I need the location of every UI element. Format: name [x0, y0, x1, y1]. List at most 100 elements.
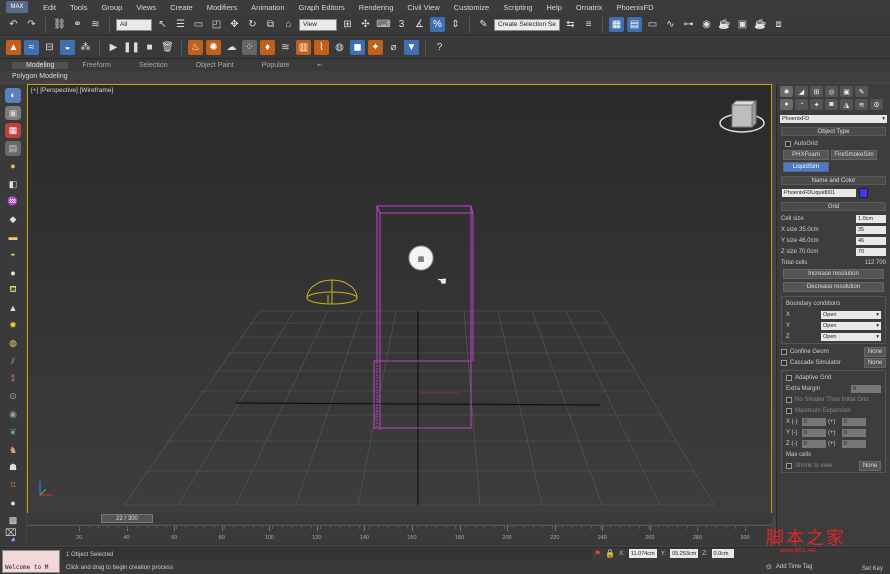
object-type-rollout[interactable]: Object Type: [781, 127, 886, 136]
menu-edit[interactable]: Edit: [36, 3, 63, 12]
x-coordinate-field[interactable]: 11.074cm: [628, 549, 657, 558]
firesmokesim-button[interactable]: FireSmokeSim: [831, 150, 877, 160]
add-time-tag-button[interactable]: Add Time Tag: [776, 564, 813, 570]
menu-graph-editors[interactable]: Graph Editors: [292, 3, 352, 12]
move-icon[interactable]: ✥: [227, 17, 242, 32]
boundary-z-dropdown[interactable]: Open ▾: [821, 332, 881, 341]
delete-cache-icon[interactable]: 🗑: [160, 40, 175, 55]
helpers-icon[interactable]: ◮: [840, 99, 853, 110]
cloth-icon[interactable]: ◧: [5, 177, 21, 192]
menu-tools[interactable]: Tools: [63, 3, 95, 12]
phoenix-foam-icon[interactable]: ◒: [60, 40, 75, 55]
confine-geom-checkbox[interactable]: [781, 348, 787, 355]
explosion-preset-icon[interactable]: ✺: [206, 40, 221, 55]
snap-toggle-icon[interactable]: 3: [394, 17, 409, 32]
scene-icon[interactable]: ▣: [5, 105, 21, 121]
hair-icon[interactable]: ⫽: [5, 354, 21, 369]
name-color-rollout[interactable]: Name and Color: [781, 176, 886, 185]
edit-named-selection-icon[interactable]: ✎: [476, 17, 491, 32]
render-production-icon[interactable]: ☕: [753, 17, 768, 32]
menu-scripting[interactable]: Scripting: [496, 3, 539, 12]
adaptive-grid-checkbox[interactable]: [786, 374, 792, 381]
fire-preset-icon[interactable]: ♨: [188, 40, 203, 55]
space-warps-icon[interactable]: ≋: [855, 99, 868, 110]
render-setup-icon[interactable]: ☕: [717, 17, 732, 32]
wind-icon[interactable]: ♒: [5, 194, 21, 209]
shrink-checkbox[interactable]: [786, 462, 792, 469]
cascade-simulator-checkbox[interactable]: [781, 359, 787, 366]
pour-preset-icon[interactable]: ⌇: [314, 40, 329, 55]
drip-preset-icon[interactable]: ⌀: [386, 40, 401, 55]
menu-modifiers[interactable]: Modifiers: [200, 3, 244, 12]
checker-icon[interactable]: ▩: [5, 514, 21, 529]
bind-space-warp-icon[interactable]: ≋: [88, 17, 103, 32]
shapes-icon[interactable]: ◔: [795, 99, 808, 110]
tab-freeform[interactable]: Freeform: [68, 62, 124, 69]
object-name-field[interactable]: PhoenixFDLiquid001: [782, 189, 856, 197]
menu-customize[interactable]: Customize: [447, 3, 496, 12]
y-size-input[interactable]: 46: [856, 236, 886, 245]
grid-rollout[interactable]: Grid: [781, 202, 886, 211]
plugin-category-dropdown[interactable]: PhoenixFD ▾: [780, 115, 887, 123]
ocean-preset-icon[interactable]: ≋: [278, 40, 293, 55]
geometry-icon[interactable]: ●: [780, 99, 793, 110]
ribbon-options-icon[interactable]: ▪◦: [303, 62, 336, 69]
scene-explorer-icon[interactable]: ▤: [627, 17, 642, 32]
globe-icon[interactable]: ◉: [5, 407, 21, 422]
viewport-layout-icon[interactable]: ◐: [5, 88, 21, 103]
ribbon-toggle-icon[interactable]: ▭: [645, 17, 660, 32]
phoenix-liquid-icon[interactable]: ≈: [24, 40, 39, 55]
rotate-icon[interactable]: ↻: [245, 17, 260, 32]
plant-icon[interactable]: ❦: [5, 425, 21, 440]
smoke-preset-icon[interactable]: ☁: [224, 40, 239, 55]
material-editor-icon[interactable]: ◉: [699, 17, 714, 32]
mini-curve-editor-icon[interactable]: ⌧: [5, 528, 23, 542]
figure-icon[interactable]: ☗: [5, 460, 21, 475]
reference-coordinate-dropdown[interactable]: View: [299, 18, 337, 31]
rectangle-selection-icon[interactable]: ▭: [191, 17, 206, 32]
placement-icon[interactable]: ⌂: [281, 17, 296, 32]
expansion-z-pos-input[interactable]: 0: [842, 439, 866, 448]
systems-icon[interactable]: ⚙: [870, 99, 883, 110]
liquidsim-button[interactable]: LiquidSim: [783, 162, 829, 172]
help-icon[interactable]: ?: [432, 40, 447, 55]
menu-group[interactable]: Group: [94, 3, 129, 12]
cascade-pick-button[interactable]: None: [864, 357, 886, 368]
z-coordinate-field[interactable]: 0.0cm: [711, 549, 734, 558]
mirror-icon[interactable]: ⇆: [563, 17, 578, 32]
keyboard-shortcut-icon[interactable]: ⌨: [376, 17, 391, 32]
named-selection-sets-dropdown[interactable]: Create Selection Se: [494, 18, 560, 31]
phoenix-particles-icon[interactable]: ⁂: [78, 40, 93, 55]
menu-ornatrix[interactable]: Ornatrix: [569, 3, 610, 12]
candle-preset-icon[interactable]: ♦: [260, 40, 275, 55]
schematic-view-icon[interactable]: ⊶: [681, 17, 696, 32]
app-logo[interactable]: MAX: [6, 1, 28, 13]
camera-icon[interactable]: ⊙: [5, 389, 21, 404]
ball-icon[interactable]: ●: [5, 496, 21, 511]
align-icon[interactable]: ≡: [581, 17, 596, 32]
view-cube[interactable]: [719, 99, 765, 133]
menu-rendering[interactable]: Rendering: [352, 3, 401, 12]
phoenix-source-icon[interactable]: ⊟: [42, 40, 57, 55]
hierarchy-tab-icon[interactable]: ⊞: [810, 86, 823, 97]
isolate-selection-icon[interactable]: ⚑: [594, 549, 601, 558]
cone-icon[interactable]: ▲: [5, 301, 21, 316]
utilities-tab-icon[interactable]: ✎: [855, 86, 868, 97]
unlink-icon[interactable]: ⚭: [70, 17, 85, 32]
set-key-button[interactable]: Set Key: [862, 566, 883, 572]
spinner-snap-icon[interactable]: ⇕: [448, 17, 463, 32]
link-icon[interactable]: ⛓: [52, 17, 67, 32]
expansion-y-pos-input[interactable]: 0: [842, 428, 866, 437]
stop-icon[interactable]: ■: [142, 40, 157, 55]
object-color-swatch[interactable]: [859, 188, 868, 198]
menu-phoenixfd[interactable]: PhoenixFD: [610, 3, 661, 12]
increase-resolution-button[interactable]: Increase resolution: [783, 269, 884, 279]
select-object-icon[interactable]: ↖: [155, 17, 170, 32]
curve-editor-icon[interactable]: ∿: [663, 17, 678, 32]
disc-icon[interactable]: ◍: [5, 336, 21, 351]
scale-icon[interactable]: ⧉: [263, 17, 278, 32]
boundary-x-dropdown[interactable]: Open ▾: [821, 310, 881, 319]
waterfall-preset-icon[interactable]: ▼: [404, 40, 419, 55]
box-icon[interactable]: ▬: [5, 230, 21, 245]
splash-preset-icon[interactable]: ✦: [368, 40, 383, 55]
